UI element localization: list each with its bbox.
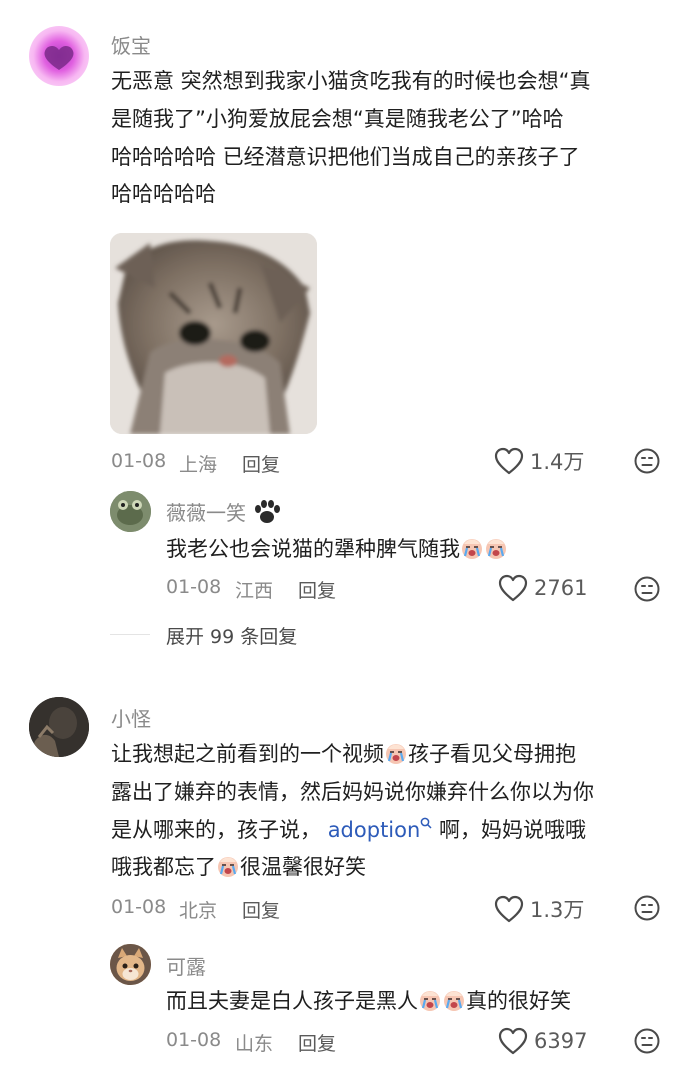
comment-text-segment: 哦我都忘了 [111, 855, 216, 879]
comment-text-line: 无恶意 突然想到我家小猫贪吃我有的时候也会想“真 [111, 69, 591, 93]
comment-text-segment: 啊，妈妈说哦哦 [438, 818, 586, 842]
comment-location: 北京 [179, 900, 218, 922]
username[interactable]: 饭宝 [111, 30, 151, 59]
reply-text-content: 而且夫妻是白人孩子是黑人 [166, 989, 418, 1013]
comment-date: 01-08 [166, 576, 222, 598]
kitten-sticker-image[interactable] [110, 233, 317, 434]
paw-icon [255, 499, 280, 523]
heart-outline-icon [494, 895, 524, 923]
crying-emoji-icon [462, 539, 482, 559]
comment-date: 01-08 [111, 896, 167, 918]
comment-text-line: 露出了嫌弃的表情，然后妈妈说你嫌弃什么你以为你 [111, 780, 594, 804]
like-count: 1.3万 [530, 898, 585, 922]
comment-text-line: 哈哈哈哈哈 已经潜意识把他们当成自己的亲孩子了 [111, 145, 580, 169]
like-button[interactable]: 1.4万 [494, 446, 584, 476]
like-button[interactable]: 6397 [498, 1027, 587, 1055]
comment-text-segment: 是从哪来的，孩子说， [111, 818, 321, 842]
comment-location: 江西 [235, 580, 274, 602]
avatar[interactable] [29, 26, 89, 86]
reply-text-content: 我老公也会说猫的犟种脾气随我 [166, 537, 460, 561]
comment-text-line: 哦我都忘了 很温馨很好笑 [111, 849, 366, 885]
reply-button[interactable]: 回复 [298, 1029, 336, 1056]
crying-emoji-icon [486, 539, 506, 559]
like-count: 6397 [534, 1029, 588, 1053]
dislike-face-icon[interactable] [634, 895, 660, 921]
dislike-face-icon[interactable] [634, 1028, 660, 1054]
crying-emoji-icon [386, 744, 406, 764]
dislike-face-icon[interactable] [634, 576, 660, 602]
reply-button[interactable]: 回复 [242, 450, 280, 477]
reply-text: 而且夫妻是白人孩子是黑人 真的很好笑 [166, 983, 571, 1019]
comment-text-line: 是从哪来的，孩子说， adoption 啊，妈妈说哦哦 [111, 812, 586, 848]
search-link[interactable]: adoption [327, 817, 433, 842]
heart-outline-icon [494, 447, 524, 475]
reply-text-content: 真的很好笑 [466, 989, 571, 1013]
reply-button[interactable]: 回复 [298, 576, 336, 603]
comment-text-segment: 很温馨很好笑 [240, 855, 366, 879]
heart-outline-icon [498, 574, 528, 602]
username[interactable]: 小怪 [111, 703, 151, 732]
crying-emoji-icon [218, 857, 238, 877]
frog-avatar-icon [110, 491, 151, 532]
username-text: 薇薇一笑 [166, 501, 246, 525]
reply-text: 我老公也会说猫的犟种脾气随我 [166, 531, 508, 567]
search-link-text: adoption [327, 818, 421, 842]
comment-text-line: 让我想起之前看到的一个视频 孩子看见父母拥抱 [111, 736, 576, 772]
like-count: 2761 [534, 576, 588, 600]
dark-photo-avatar-icon [29, 697, 89, 757]
crying-emoji-icon [444, 991, 464, 1011]
dislike-face-icon[interactable] [634, 448, 660, 474]
cat-avatar-icon [110, 944, 151, 985]
username[interactable]: 可露 [166, 951, 206, 980]
comment-text-segment: 孩子看见父母拥抱 [408, 742, 576, 766]
search-icon [420, 817, 432, 829]
heart-avatar-icon [44, 45, 74, 70]
reply-button[interactable]: 回复 [242, 896, 280, 923]
expand-divider [110, 634, 150, 635]
like-button[interactable]: 2761 [498, 574, 587, 602]
avatar[interactable] [110, 491, 151, 532]
expand-replies-button[interactable]: 展开 99 条回复 [166, 622, 297, 649]
comment-text-segment: 让我想起之前看到的一个视频 [111, 742, 384, 766]
comment-text-line: 是随我了”小狗爱放屁会想“真是随我老公了”哈哈 [111, 107, 564, 131]
avatar[interactable] [110, 944, 151, 985]
like-button[interactable]: 1.3万 [494, 894, 584, 924]
comment-date: 01-08 [166, 1029, 222, 1051]
comment-date: 01-08 [111, 450, 167, 472]
heart-outline-icon [498, 1027, 528, 1055]
avatar[interactable] [29, 697, 89, 757]
like-count: 1.4万 [530, 450, 585, 474]
comment-location: 上海 [179, 454, 218, 476]
username[interactable]: 薇薇一笑 [166, 497, 282, 526]
comment-location: 山东 [235, 1033, 274, 1055]
crying-emoji-icon [420, 991, 440, 1011]
comment-text-line: 哈哈哈哈哈 [111, 182, 216, 206]
